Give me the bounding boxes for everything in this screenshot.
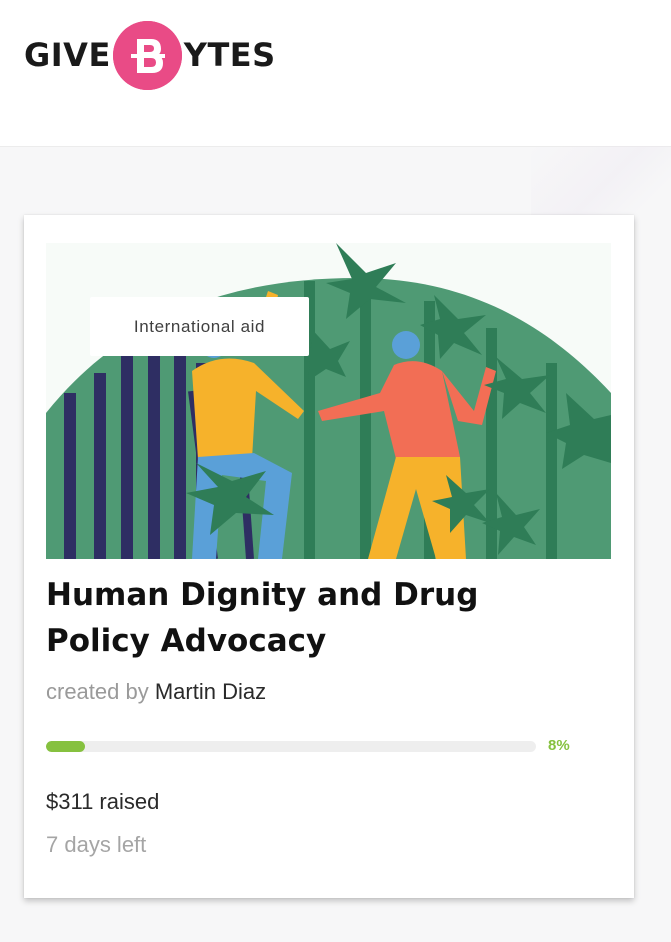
campaign-title[interactable]: Human Dignity and Drug Policy Advocacy [46, 572, 566, 664]
funding-progress-percent: 8% [548, 737, 570, 754]
campaign-creator: created by Martin Diaz [46, 679, 266, 705]
site-header: GIVE YTES [0, 0, 671, 147]
logo-text-prefix: GIVE [24, 36, 111, 74]
creator-name[interactable]: Martin Diaz [155, 679, 266, 704]
logo-b-mark-icon [112, 20, 182, 90]
hero-illustration [46, 243, 611, 559]
days-left: 7 days left [46, 832, 147, 857]
category-badge[interactable]: International aid [90, 297, 309, 356]
campaign-card[interactable]: International aid Human Dignity and Drug… [24, 215, 634, 898]
funding-progress-bar [46, 741, 536, 752]
logo-text-suffix: YTES [183, 36, 276, 74]
campaign-hero-image[interactable]: International aid [46, 243, 611, 559]
funding-progress-fill [46, 741, 86, 752]
givebytes-logo[interactable]: GIVE YTES [24, 18, 276, 92]
amount-raised: $311 raised [46, 789, 160, 814]
created-by-label: created by [46, 679, 149, 704]
